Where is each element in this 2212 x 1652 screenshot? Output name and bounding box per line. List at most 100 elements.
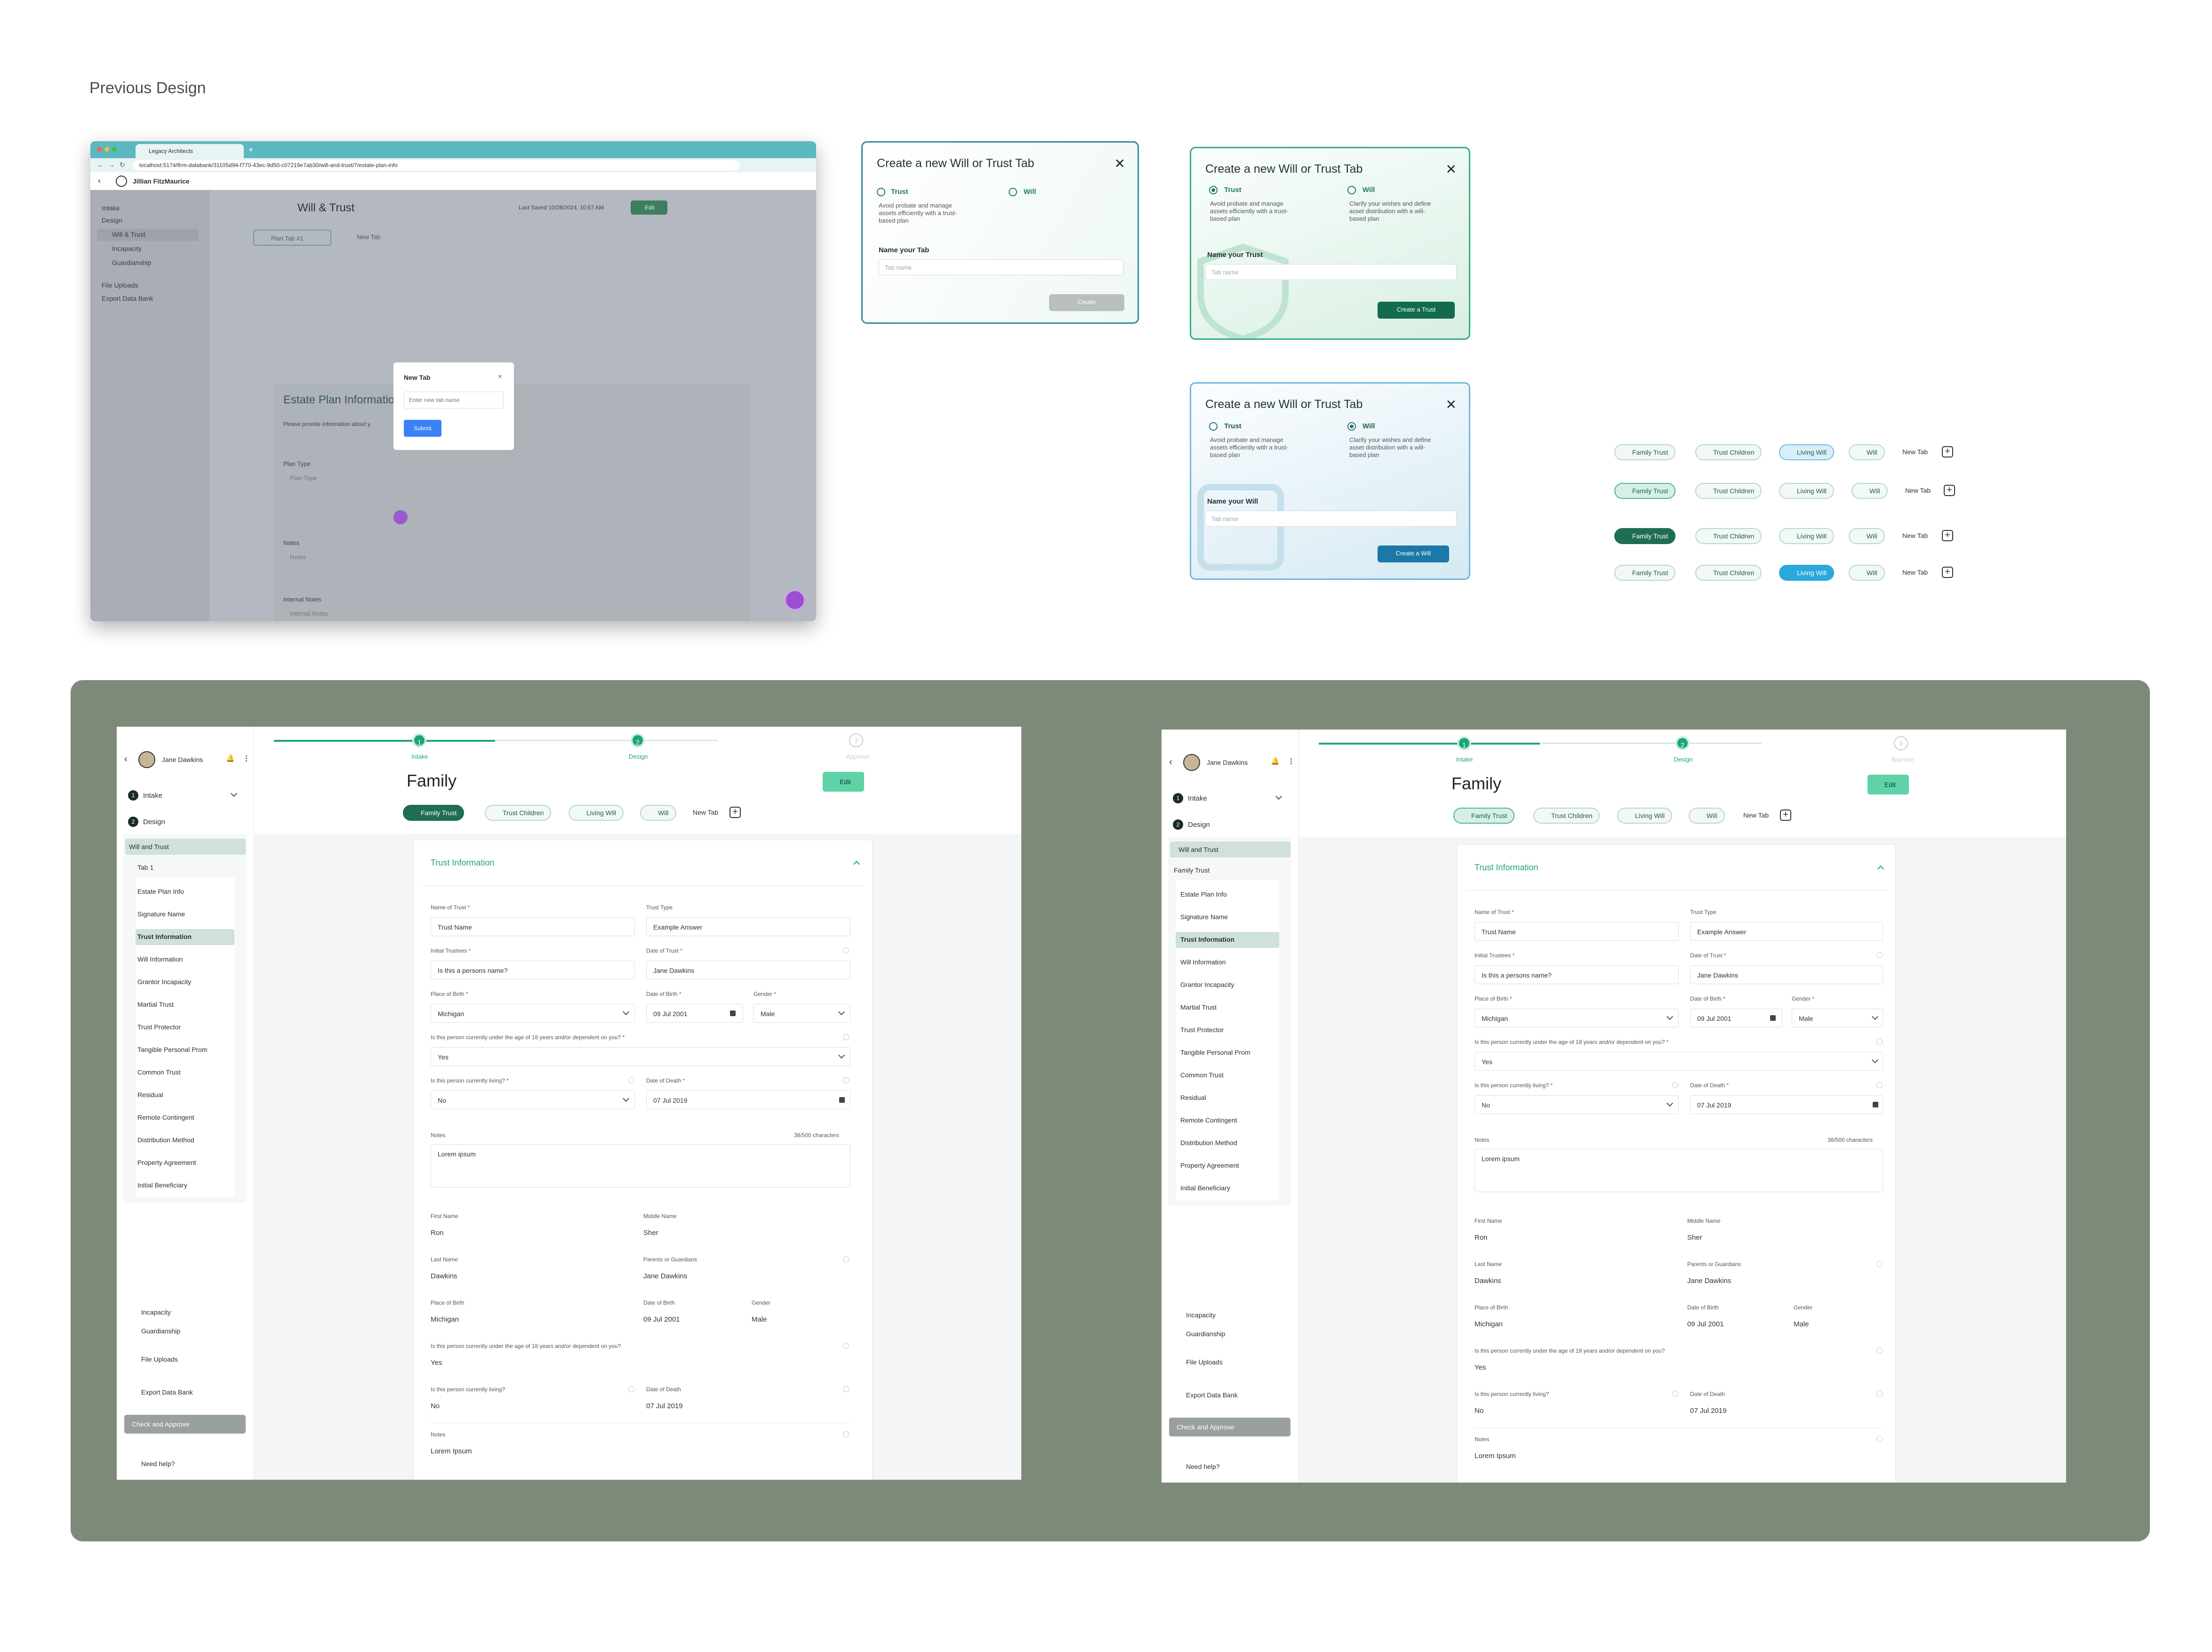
step-intake[interactable]: 1 — [412, 733, 426, 747]
sidebar-subitem[interactable]: Residual — [1180, 1094, 1206, 1101]
sidebar-subitem[interactable]: Property Agreement — [1180, 1162, 1239, 1169]
date-of-death-input[interactable]: 07 Jul 2019 — [646, 1091, 850, 1109]
new-tab-button[interactable]: New Tab — [1743, 811, 1769, 819]
info-icon[interactable] — [1876, 952, 1883, 958]
sidebar-subitem[interactable]: Tangible Personal Prom — [137, 1046, 208, 1053]
bell-icon[interactable]: 🔔 — [1271, 757, 1280, 765]
notes-textarea[interactable]: Lorem ipsum — [431, 1144, 850, 1187]
chip-living-will[interactable]: Living Will — [1779, 565, 1835, 581]
sidebar-item-export[interactable]: Export Data Bank — [141, 1388, 193, 1396]
sidebar-item-incapacity[interactable]: Incapacity — [112, 245, 142, 252]
sidebar-subitem[interactable]: Residual — [137, 1091, 163, 1099]
notes-textarea[interactable]: Lorem ipsum — [1475, 1149, 1883, 1192]
will-radio[interactable] — [1347, 186, 1356, 194]
sidebar-item-will-and-trust[interactable]: Will and Trust — [129, 843, 169, 850]
step-design[interactable]: 2 — [1675, 736, 1690, 750]
trust-radio[interactable] — [1209, 422, 1218, 431]
info-icon[interactable] — [1672, 1391, 1678, 1397]
place-of-birth-select[interactable]: Michigan — [431, 1004, 635, 1023]
step-approve[interactable]: 3 — [849, 733, 863, 747]
internal-notes-field[interactable]: Internal Notes — [290, 610, 328, 617]
more-icon[interactable]: ⋮ — [1288, 757, 1295, 765]
maximize-window-icon[interactable] — [112, 147, 117, 152]
trust-radio[interactable] — [877, 188, 885, 196]
name-of-trust-input[interactable]: Trust Name — [431, 917, 635, 936]
sidebar-subitem[interactable]: Trust Protector — [1180, 1026, 1224, 1034]
more-icon[interactable]: ⋮ — [243, 754, 250, 762]
plan-tab[interactable]: Plan Tab #1 — [253, 230, 331, 246]
sidebar-item-intake[interactable]: Intake — [1188, 794, 1207, 802]
info-icon[interactable] — [843, 1034, 849, 1040]
under-18-select[interactable]: Yes — [431, 1047, 850, 1066]
chat-icon[interactable] — [784, 589, 806, 611]
will-name-input[interactable]: Tab name — [1205, 511, 1457, 527]
sidebar-subitem[interactable]: Common Trust — [1180, 1071, 1224, 1079]
plus-icon[interactable]: + — [1942, 530, 1953, 541]
chip-family-trust[interactable]: Family Trust — [1614, 483, 1676, 499]
sidebar-subitem[interactable]: Trust Information — [1180, 936, 1234, 943]
sidebar-item-export[interactable]: Export Data Bank — [1186, 1391, 1238, 1399]
date-of-trust-input[interactable]: Jane Dawkins — [646, 961, 850, 979]
sidebar-subitem[interactable]: Grantor Incapacity — [1180, 981, 1234, 988]
sidebar-item-file-uploads[interactable]: File Uploads — [1186, 1358, 1223, 1366]
chip-living-will[interactable]: Living Will — [1779, 444, 1835, 460]
sidebar-item-will-and-trust[interactable]: Will and Trust — [1178, 846, 1218, 853]
chip-trust-children[interactable]: Trust Children — [485, 805, 552, 821]
info-icon[interactable] — [1876, 1436, 1883, 1442]
calendar-icon[interactable] — [1770, 1015, 1776, 1021]
chip-will[interactable]: Will — [1849, 444, 1885, 460]
sidebar-subitem[interactable]: Trust Information — [137, 933, 192, 940]
close-icon[interactable]: × — [498, 373, 502, 381]
chip-trust-children[interactable]: Trust Children — [1695, 565, 1762, 581]
chip-will[interactable]: Will — [1849, 528, 1885, 544]
plus-icon[interactable]: + — [1944, 485, 1955, 496]
info-icon[interactable] — [843, 1431, 849, 1437]
edit-button[interactable]: Edit — [631, 200, 667, 215]
chip-family-trust[interactable]: Family Trust — [1614, 528, 1676, 544]
close-icon[interactable]: ✕ — [1446, 161, 1457, 177]
chevron-down-icon[interactable] — [230, 790, 238, 797]
info-icon[interactable] — [1876, 1261, 1883, 1267]
sidebar-item-file-uploads[interactable]: File Uploads — [141, 1355, 178, 1363]
sidebar-subitem[interactable]: Distribution Method — [137, 1136, 194, 1144]
new-tab-button[interactable]: New Tab — [1902, 448, 1928, 456]
create-button[interactable]: Create — [1049, 294, 1124, 311]
living-select[interactable]: No — [1475, 1095, 1679, 1114]
gender-select[interactable]: Male — [1792, 1009, 1883, 1027]
sidebar-subitem[interactable]: Will Information — [1180, 958, 1226, 966]
new-browser-tab-icon[interactable]: + — [248, 145, 254, 155]
check-and-approve-button[interactable]: Check and Approve — [124, 1415, 246, 1434]
step-intake[interactable]: 1 — [1457, 736, 1471, 750]
back-icon[interactable]: ‹ — [1169, 757, 1172, 768]
info-icon[interactable] — [1876, 1391, 1883, 1397]
sidebar-item-design[interactable]: Design — [143, 818, 165, 826]
info-icon[interactable] — [1876, 1039, 1883, 1045]
chip-family-trust[interactable]: Family Trust — [1614, 444, 1676, 460]
chip-family-trust[interactable]: Family Trust — [1614, 565, 1676, 581]
step-design[interactable]: 2 — [631, 733, 645, 747]
sidebar-item-export[interactable]: Export Data Bank — [102, 295, 153, 302]
sidebar-item-tab1[interactable]: Tab 1 — [137, 864, 153, 871]
browser-tab[interactable]: Legacy Architects — [136, 144, 244, 158]
sidebar-subitem[interactable]: Signature Name — [1180, 913, 1228, 921]
trust-name-input[interactable]: Tab name — [1205, 264, 1457, 280]
sidebar-subitem[interactable]: Remote Contingent — [137, 1114, 194, 1121]
sidebar-subitem[interactable]: Distribution Method — [1180, 1139, 1237, 1147]
initial-trustees-input[interactable]: Is this a persons name? — [431, 961, 635, 979]
chip-will[interactable]: Will — [1849, 565, 1885, 581]
info-icon[interactable] — [843, 1077, 849, 1083]
close-window-icon[interactable] — [97, 147, 102, 152]
plus-icon[interactable]: + — [1780, 810, 1791, 821]
trust-type-input[interactable]: Example Answer — [1690, 922, 1883, 941]
info-icon[interactable] — [628, 1386, 634, 1392]
sidebar-subitem[interactable]: Estate Plan Info — [1180, 890, 1227, 898]
calendar-icon[interactable] — [1873, 1102, 1878, 1107]
new-tab-button[interactable]: New Tab — [1902, 532, 1928, 539]
close-icon[interactable]: ✕ — [1446, 397, 1457, 412]
info-icon[interactable] — [843, 947, 849, 954]
sidebar-item-guardianship[interactable]: Guardianship — [112, 259, 151, 266]
sidebar-item-intake[interactable]: Intake — [143, 792, 162, 800]
sidebar-subitem[interactable]: Tangible Personal Prom — [1180, 1049, 1250, 1056]
chip-living-will[interactable]: Living Will — [1779, 528, 1835, 544]
bell-icon[interactable]: 🔔 — [226, 754, 235, 762]
